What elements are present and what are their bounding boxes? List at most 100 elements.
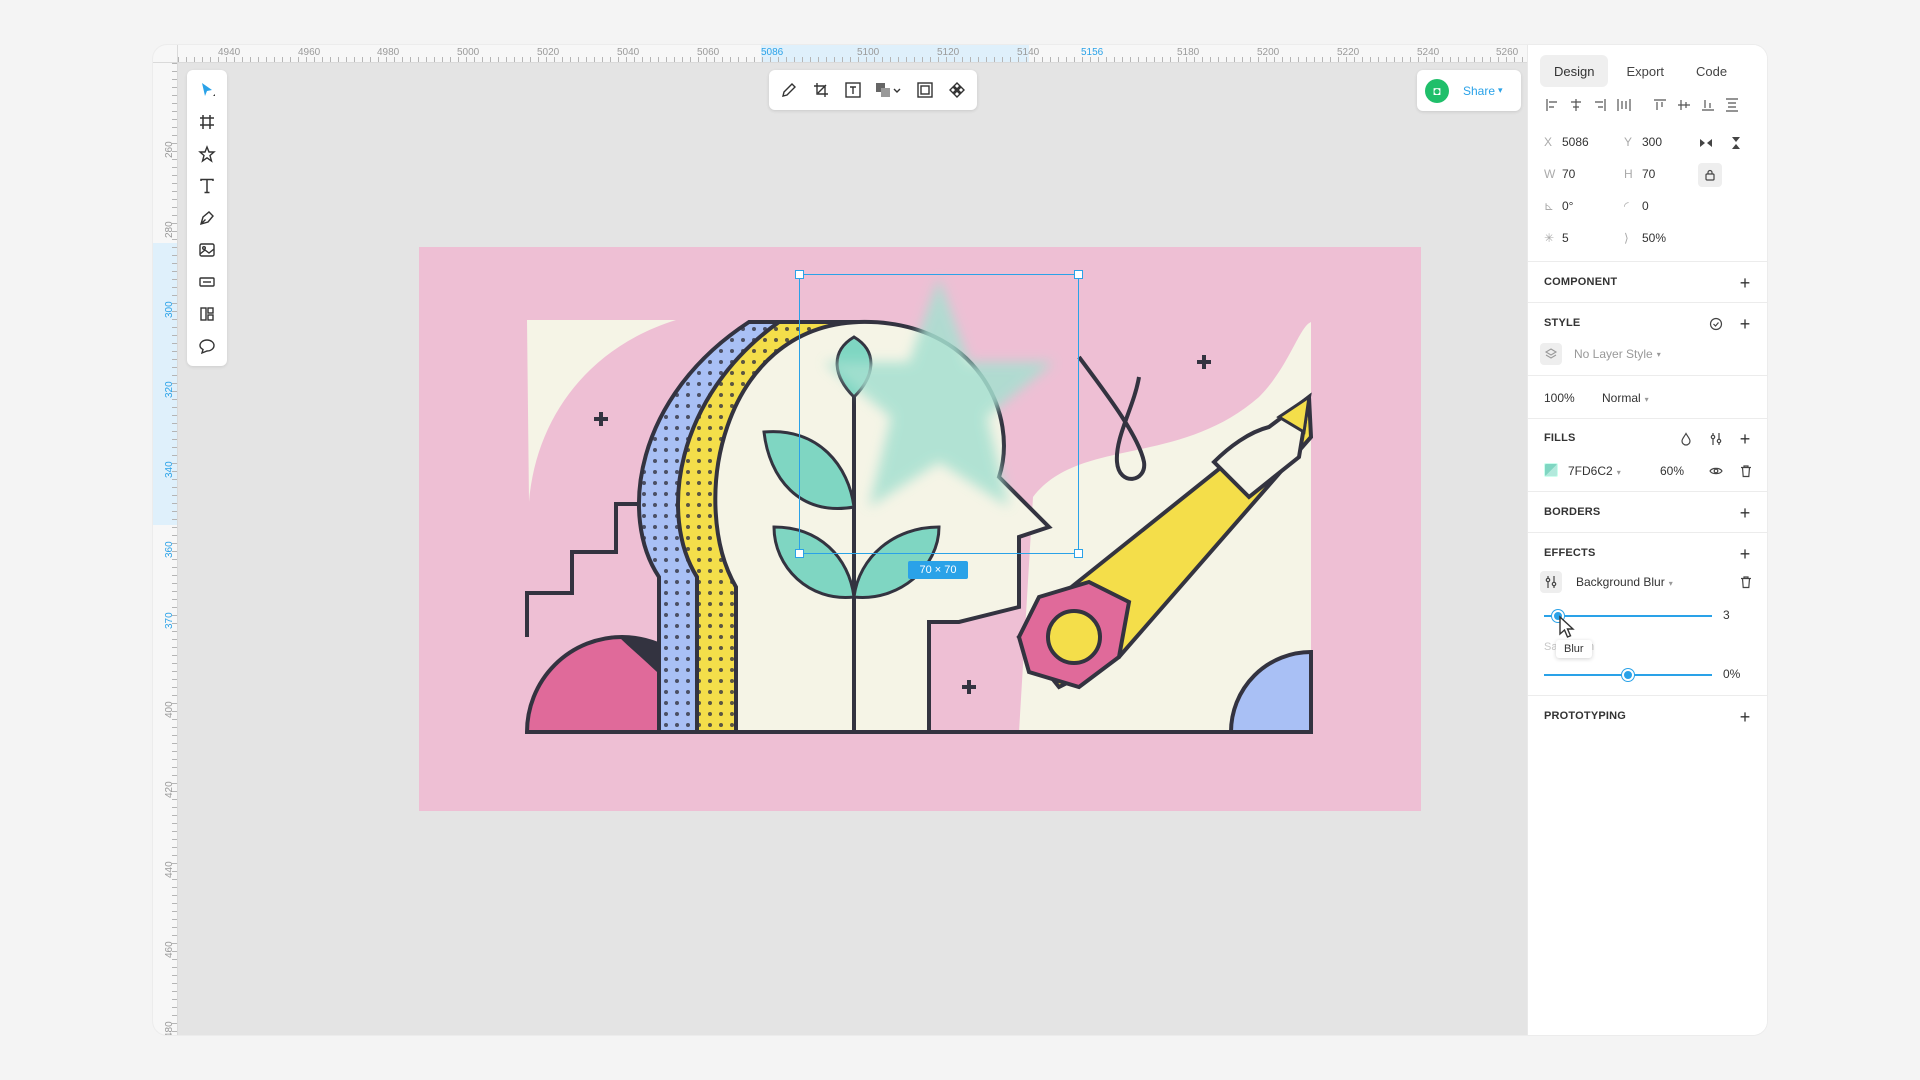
- ruler-label: 5040: [617, 47, 640, 58]
- ruler-top: 4940 4960 4980 5000 5020 5040 5060 5086 …: [178, 45, 1527, 63]
- adjust-icon[interactable]: [1708, 431, 1724, 447]
- h-value: 70: [1642, 167, 1656, 181]
- add-fill-icon[interactable]: +: [1737, 430, 1753, 448]
- fill-opacity[interactable]: 60%: [1660, 464, 1684, 478]
- add-border-icon[interactable]: +: [1737, 504, 1753, 522]
- rotation-value: 0°: [1562, 199, 1574, 213]
- text-box-icon[interactable]: [843, 80, 863, 100]
- rotation-field[interactable]: ⊾ 0°: [1544, 199, 1573, 213]
- ruler-label: 5240: [1417, 47, 1440, 58]
- align-right-icon[interactable]: [1592, 97, 1608, 113]
- section-title: BORDERS: [1544, 506, 1601, 518]
- ratio-field[interactable]: ⟩ 50%: [1624, 231, 1666, 245]
- section-title: COMPONENT: [1544, 276, 1618, 288]
- blend-mode-select[interactable]: Normal ▾: [1602, 391, 1649, 405]
- x-field[interactable]: X 5086: [1544, 135, 1589, 149]
- points-field[interactable]: ✳ 5: [1544, 231, 1569, 245]
- saturation-slider-knob[interactable]: [1622, 669, 1634, 681]
- ruler-corner: [153, 45, 178, 63]
- resize-handle[interactable]: [795, 270, 804, 279]
- flip-horizontal-icon[interactable]: [1698, 135, 1714, 151]
- add-prototyping-icon[interactable]: +: [1737, 708, 1753, 726]
- chevron-down-icon: ▾: [1498, 85, 1503, 95]
- blur-tooltip: Blur: [1556, 640, 1592, 658]
- image-tool-icon[interactable]: [195, 238, 219, 262]
- share-button[interactable]: ◘ Share ▾: [1417, 70, 1521, 111]
- boolean-icon[interactable]: [873, 80, 893, 100]
- effect-type-select[interactable]: Background Blur ▾: [1576, 575, 1673, 589]
- ruler-label: 370: [164, 612, 175, 629]
- saturation-value: 0%: [1723, 667, 1741, 681]
- distribute-v-icon[interactable]: [1724, 97, 1740, 113]
- avatar: ◘: [1425, 78, 1449, 103]
- chevron-down-icon[interactable]: [891, 80, 903, 100]
- comment-tool-icon[interactable]: [195, 334, 219, 358]
- drop-icon[interactable]: [1678, 431, 1694, 447]
- tab-code[interactable]: Code: [1682, 55, 1741, 87]
- w-field[interactable]: W 70: [1544, 167, 1575, 181]
- h-label: H: [1624, 167, 1633, 181]
- mask-icon[interactable]: [915, 80, 935, 100]
- add-style-icon[interactable]: +: [1737, 315, 1753, 333]
- resize-handle[interactable]: [1074, 270, 1083, 279]
- fill-swatch[interactable]: [1544, 463, 1558, 477]
- rotation-icon: ⊾: [1544, 199, 1555, 213]
- canvas[interactable]: 4940 4960 4980 5000 5020 5040 5060 5086 …: [153, 45, 1527, 1035]
- lock-ratio-icon[interactable]: [1698, 163, 1722, 187]
- effect-settings-icon[interactable]: [1540, 571, 1562, 593]
- layer-style-label: No Layer Style: [1574, 347, 1653, 361]
- add-effect-icon[interactable]: +: [1737, 545, 1753, 563]
- trash-icon[interactable]: [1738, 463, 1754, 479]
- eye-icon[interactable]: [1708, 463, 1724, 479]
- ruler-label: 5100: [857, 47, 880, 58]
- resize-handle[interactable]: [795, 549, 804, 558]
- frame-tool-icon[interactable]: [195, 110, 219, 134]
- ruler-label: 320: [164, 381, 175, 398]
- bar-tool-icon[interactable]: [195, 270, 219, 294]
- radius-field[interactable]: ◜ 0: [1624, 199, 1649, 213]
- points-icon: ✳: [1544, 231, 1555, 245]
- x-label: X: [1544, 135, 1553, 149]
- align-top-icon[interactable]: [1652, 97, 1668, 113]
- tab-export[interactable]: Export: [1612, 55, 1678, 87]
- ratio-value: 50%: [1642, 231, 1667, 245]
- move-tool-icon[interactable]: [195, 78, 219, 102]
- h-field[interactable]: H 70: [1624, 167, 1655, 181]
- share-label: Share: [1463, 83, 1496, 98]
- fill-hex-field[interactable]: 7FD6C2 ▾: [1568, 464, 1621, 478]
- pen-tool-icon[interactable]: [195, 206, 219, 230]
- layer-style-select[interactable]: No Layer Style ▾: [1540, 343, 1661, 365]
- align-left-icon[interactable]: [1544, 97, 1560, 113]
- components-tool-icon[interactable]: [195, 302, 219, 326]
- w-label: W: [1544, 167, 1556, 181]
- align-bottom-icon[interactable]: [1700, 97, 1716, 113]
- tab-design[interactable]: Design: [1540, 55, 1609, 87]
- ruler-label: 260: [164, 141, 175, 158]
- star-tool-icon[interactable]: [195, 142, 219, 166]
- edit-pencil-icon[interactable]: [779, 80, 799, 100]
- distribute-h-icon[interactable]: [1616, 97, 1632, 113]
- align-center-v-icon[interactable]: [1676, 97, 1692, 113]
- ruler-label: 440: [164, 861, 175, 878]
- section-title: FILLS: [1544, 432, 1576, 444]
- section-title: PROTOTYPING: [1544, 710, 1627, 722]
- text-tool-icon[interactable]: [195, 174, 219, 198]
- ruler-label: 280: [164, 221, 175, 238]
- flip-vertical-icon[interactable]: [1728, 135, 1744, 151]
- crop-icon[interactable]: [811, 80, 831, 100]
- add-component-icon[interactable]: +: [1737, 274, 1753, 292]
- ruler-label: 460: [164, 941, 175, 958]
- ruler-label: 340: [164, 461, 175, 478]
- size-label: 70 × 70: [908, 561, 968, 579]
- ratio-icon: ⟩: [1624, 231, 1629, 245]
- align-center-h-icon[interactable]: [1568, 97, 1584, 113]
- selection-box[interactable]: [795, 270, 1083, 558]
- check-circle-icon[interactable]: [1708, 316, 1724, 332]
- trash-icon[interactable]: [1738, 574, 1754, 590]
- object-toolbar: [769, 70, 977, 110]
- resize-handle[interactable]: [1074, 549, 1083, 558]
- opacity-value[interactable]: 100%: [1544, 391, 1575, 405]
- effect-type-label: Background Blur: [1576, 575, 1665, 589]
- component-icon[interactable]: [947, 80, 967, 100]
- y-field[interactable]: Y 300: [1624, 135, 1662, 149]
